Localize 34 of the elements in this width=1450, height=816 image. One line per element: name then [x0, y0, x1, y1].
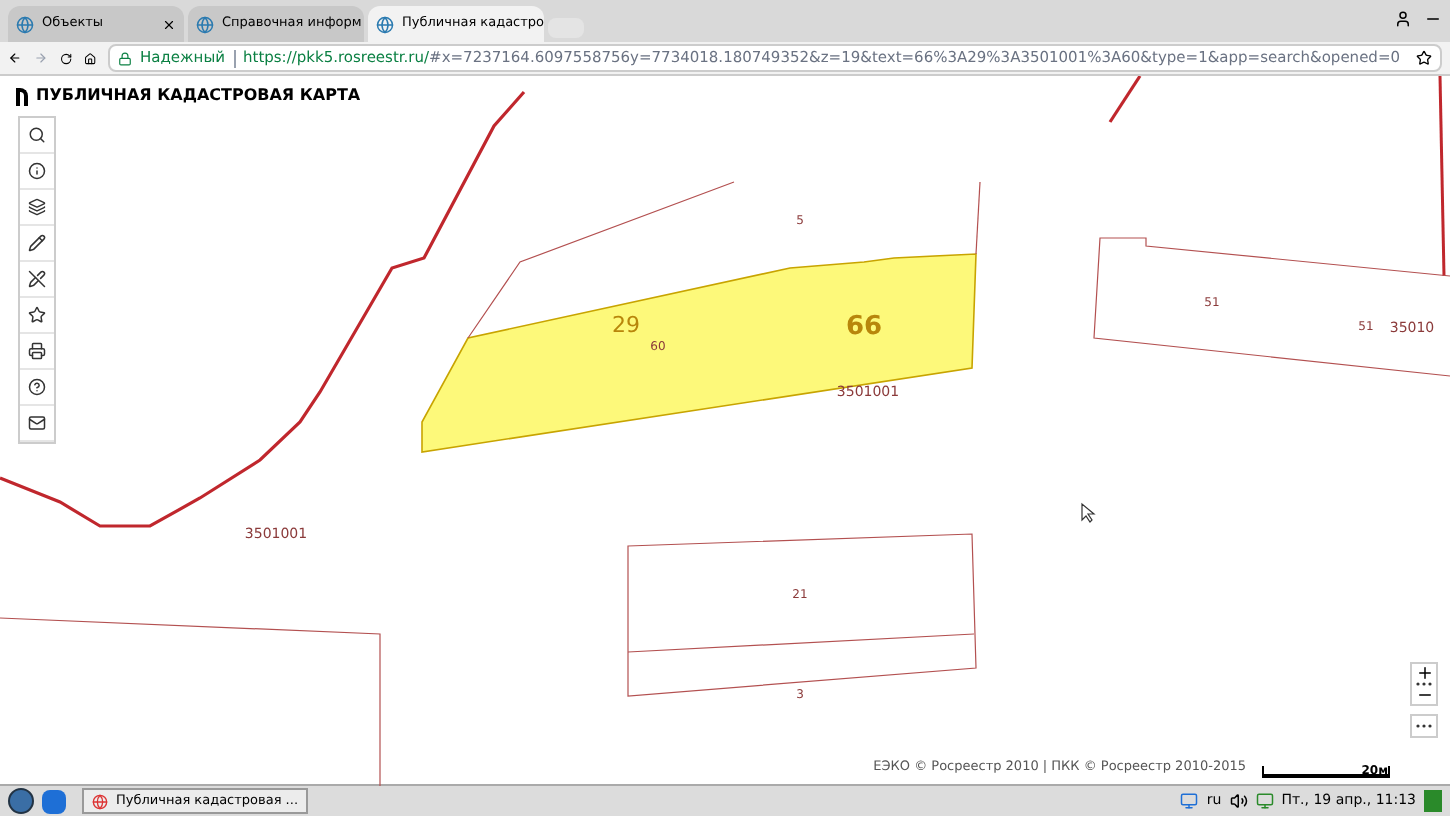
crossed-pencil-icon[interactable]	[28, 270, 46, 288]
browser-icon	[92, 793, 108, 809]
reload-icon[interactable]	[59, 49, 72, 67]
pencil-icon[interactable]	[28, 234, 46, 252]
print-icon[interactable]	[28, 342, 46, 360]
close-icon[interactable]	[162, 17, 176, 31]
parcel-number: 29	[612, 312, 640, 338]
volume-icon[interactable]	[1229, 792, 1248, 810]
parcel-outline	[1108, 76, 1142, 123]
zoom-in-icon[interactable]	[1415, 664, 1433, 682]
layers-icon[interactable]	[28, 198, 46, 216]
info-icon[interactable]	[28, 162, 46, 180]
parcel-outline	[975, 181, 981, 255]
more-button[interactable]	[1410, 714, 1438, 738]
remote-app-icon[interactable]	[42, 789, 66, 813]
profile-icon[interactable]	[1394, 10, 1412, 28]
back-icon[interactable]	[8, 48, 22, 68]
mail-icon[interactable]	[28, 414, 46, 432]
network-icon[interactable]	[1255, 792, 1274, 810]
favicon-icon	[376, 15, 394, 33]
cursor-icon	[1081, 502, 1096, 523]
logo-icon	[16, 87, 28, 105]
star-icon[interactable]	[28, 306, 46, 324]
home-icon[interactable]	[83, 49, 96, 67]
search-icon[interactable]	[28, 126, 46, 144]
parcel-number: 66	[845, 312, 883, 342]
app-title: ПУБЛИЧНАЯ КАДАСТРОВАЯ КАРТА	[36, 84, 361, 108]
start-orb-icon[interactable]	[8, 788, 34, 814]
favicon-icon	[16, 15, 34, 33]
lock-icon	[118, 51, 132, 65]
remote-tray-icon[interactable]	[1180, 792, 1199, 810]
help-icon[interactable]	[28, 378, 46, 396]
bookmark-icon[interactable]	[1416, 50, 1432, 66]
favicon-icon	[196, 15, 214, 33]
